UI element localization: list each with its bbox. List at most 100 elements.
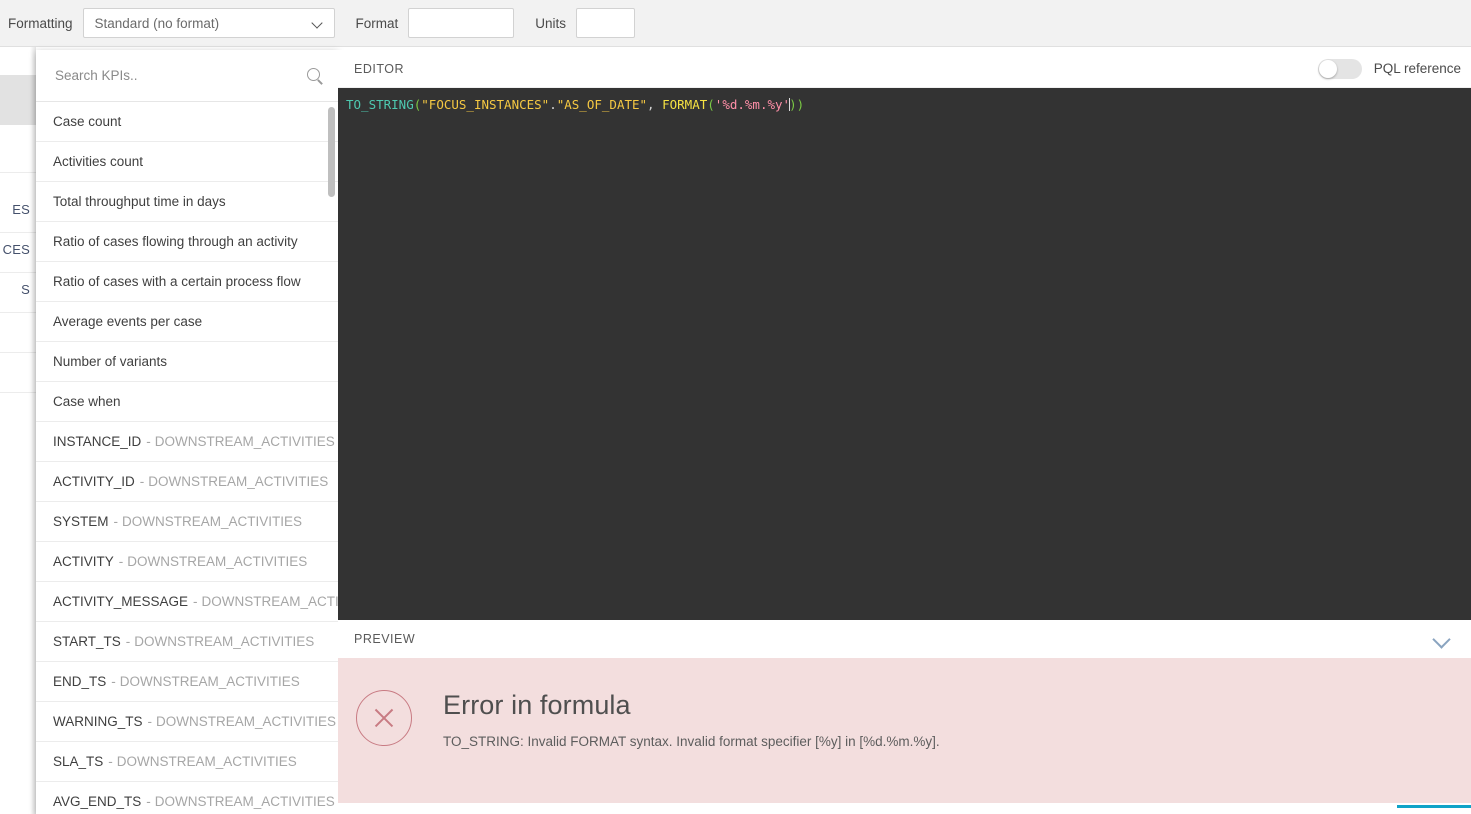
formatting-label: Formatting (8, 15, 73, 31)
editor-header: EDITOR PQL reference (338, 50, 1471, 88)
background-left-rail: ES CES S (0, 47, 36, 814)
pql-reference-toggle-row: PQL reference (1317, 58, 1461, 79)
kpi-item-field: START_TS (53, 634, 121, 649)
kpi-item-table: DOWNSTREAM_ACTIVITIES (134, 634, 315, 649)
error-circle-x-icon (356, 690, 412, 746)
error-title: Error in formula (443, 690, 631, 720)
toggle-knob (1318, 59, 1337, 78)
kpi-item-field: ACTIVITY_ID (53, 474, 135, 489)
kpi-item-field: ACTIVITY (53, 554, 114, 569)
kpi-item-field: SLA_TS (53, 754, 104, 769)
error-text-block: Error in formula TO_STRING: Invalid FORM… (443, 686, 940, 751)
pql-code-editor[interactable]: TO_STRING ( "FOCUS_INSTANCES"."AS_OF_DATE"… (338, 88, 1471, 620)
preview-title: PREVIEW (354, 632, 416, 646)
kpi-item-field: AVG_END_TS (53, 794, 142, 809)
kpi-list-item[interactable]: Total throughput time in days (36, 182, 338, 222)
kpi-list-item[interactable]: AVG_END_TS - DOWNSTREAM_ACTIVITIES (36, 782, 338, 814)
kpi-list[interactable]: Case count Activities count Total throughp… (36, 102, 338, 814)
kpi-item-field: Ratio of cases flowing through an activi… (53, 234, 298, 249)
code-token-table: "FOCUS_INSTANCES" (421, 97, 550, 112)
kpi-list-item[interactable]: INSTANCE_ID - DOWNSTREAM_ACTIVITIES (36, 422, 338, 462)
kpi-item-field: END_TS (53, 674, 107, 689)
code-token-dot: . (549, 97, 557, 112)
code-token-format-keyword: FORMAT (662, 97, 708, 112)
kpi-list-item[interactable]: Case count (36, 102, 338, 142)
kpi-item-table: DOWNSTREAM_ACTIVITIES (154, 434, 335, 449)
kpi-item-separator: - (108, 754, 113, 769)
search-input[interactable] (53, 67, 306, 84)
kpi-list-item[interactable]: Activities count (36, 142, 338, 182)
kpi-list-item[interactable]: ACTIVITY_MESSAGE-DOWNSTREAM_ACTIVITIES (36, 582, 338, 622)
kpi-item-separator: - (147, 714, 153, 729)
kpi-item-field: Activities count (53, 154, 144, 169)
kpi-item-field: Case count (53, 114, 122, 129)
kpi-list-item[interactable]: START_TS - DOWNSTREAM_ACTIVITIES (36, 622, 338, 662)
kpi-item-table: DOWNSTREAM_ACTIVITIES (122, 514, 303, 529)
kpi-item-table: DOWNSTREAM_ACTIVITIES (148, 474, 329, 489)
kpi-list-item[interactable]: WARNING_TS - DOWNSTREAM_ACTIVITIES (36, 702, 338, 742)
kpi-list-scrollbar[interactable] (328, 107, 335, 197)
kpi-list-item[interactable]: Case when (36, 382, 338, 422)
kpi-item-table: DOWNSTREAM_ACTIVITIES (116, 754, 297, 769)
search-icon[interactable] (306, 67, 324, 85)
kpi-item-field: SYSTEM (53, 514, 109, 529)
code-token-format-literal: '%d.%m.%y' (714, 97, 791, 112)
kpi-item-field: INSTANCE_ID (53, 434, 142, 449)
app-root: Formatting Standard (no format) Format U… (0, 0, 1471, 814)
chevron-down-icon (313, 18, 324, 29)
kpi-list-item[interactable]: ACTIVITY - DOWNSTREAM_ACTIVITIES (36, 542, 338, 582)
error-message: TO_STRING: Invalid FORMAT syntax. Invali… (443, 734, 940, 749)
kpi-picker-panel: Case count Activities count Total throughp… (36, 50, 338, 814)
units-label: Units (535, 15, 567, 31)
editor-pane: EDITOR PQL reference TO_STRING ( "FOCUS_IN… (338, 50, 1471, 814)
kpi-list-item[interactable]: SYSTEM - DOWNSTREAM_ACTIVITIES (36, 502, 338, 542)
format-label: Format (355, 15, 399, 31)
kpi-item-field: Case when (53, 394, 121, 409)
kpi-item-table: DOWNSTREAM_ACTIVITIES (156, 714, 337, 729)
kpi-item-field: Number of variants (53, 354, 168, 369)
kpi-item-field: Ratio of cases with a certain process fl… (53, 274, 301, 289)
background-text-fragment: S (21, 282, 30, 297)
kpi-list-item[interactable]: Number of variants (36, 342, 338, 382)
kpi-list-item[interactable]: Average events per case (36, 302, 338, 342)
code-token-column: "AS_OF_DATE" (556, 97, 648, 112)
kpi-item-field: Average events per case (53, 314, 203, 329)
kpi-list-item[interactable]: Ratio of cases with a certain process fl… (36, 262, 338, 302)
code-token-comma: , (647, 97, 663, 112)
kpi-item-separator: - (146, 794, 151, 809)
kpi-list-item[interactable]: END_TS - DOWNSTREAM_ACTIVITIES (36, 662, 338, 702)
kpi-list-item[interactable]: ACTIVITY_ID - DOWNSTREAM_ACTIVITIES (36, 462, 338, 502)
pql-reference-label: PQL reference (1373, 61, 1461, 76)
kpi-item-table: DOWNSTREAM_ACTIVITIES (127, 554, 308, 569)
preview-header: PREVIEW (338, 620, 1471, 658)
editor-title: EDITOR (354, 61, 404, 76)
kpi-item-table: DOWNSTREAM_ACTIVITIES (201, 594, 338, 609)
units-input[interactable] (576, 8, 636, 38)
format-style-select-value: Standard (no format) (94, 15, 220, 31)
pql-reference-toggle[interactable] (1317, 58, 1362, 79)
kpi-item-separator: - (146, 434, 151, 449)
background-text-fragment: ES (12, 202, 30, 217)
format-style-select[interactable]: Standard (no format) (82, 8, 335, 38)
kpi-item-table: DOWNSTREAM_ACTIVITIES (119, 674, 300, 689)
format-input[interactable] (408, 8, 515, 38)
kpi-search-row (36, 50, 338, 102)
kpi-item-table: DOWNSTREAM_ACTIVITIES (154, 794, 335, 809)
code-line: TO_STRING ( "FOCUS_INSTANCES"."AS_OF_DATE"… (346, 97, 1471, 113)
code-token-format-open-paren: ( (707, 97, 715, 112)
kpi-list-item[interactable]: SLA_TS - DOWNSTREAM_ACTIVITIES (36, 742, 338, 782)
kpi-item-field: ACTIVITY_MESSAGE (53, 594, 189, 609)
kpi-item-separator: - (125, 634, 131, 649)
formatting-toolbar: Formatting Standard (no format) Format U… (0, 0, 1471, 47)
kpi-item-field: Total throughput time in days (53, 194, 226, 209)
kpi-item-separator: - (139, 474, 145, 489)
kpi-item-separator: - (118, 554, 124, 569)
kpi-item-separator: - (113, 514, 119, 529)
chevron-down-icon[interactable] (1431, 632, 1453, 646)
preview-error-panel: Error in formula TO_STRING: Invalid FORM… (338, 658, 1471, 803)
code-token-function: TO_STRING (346, 97, 414, 112)
kpi-list-item[interactable]: Ratio of cases flowing through an activi… (36, 222, 338, 262)
background-text-fragment: CES (2, 242, 30, 257)
kpi-item-separator: - (193, 594, 198, 609)
bottom-accent-bar (1397, 805, 1471, 808)
